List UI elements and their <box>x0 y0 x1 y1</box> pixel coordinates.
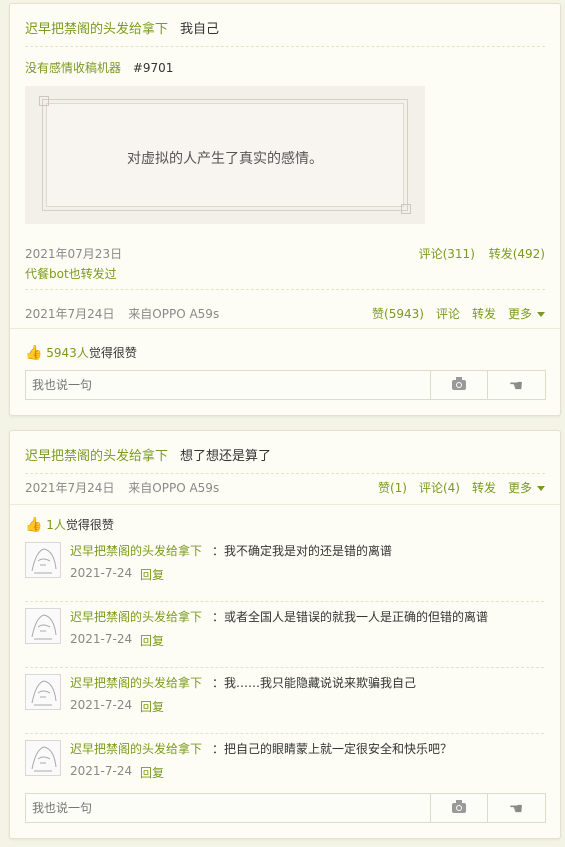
post-source: 来自OPPO A59s <box>128 307 220 321</box>
reply-link[interactable]: 回复 <box>140 698 164 715</box>
submit-button[interactable]: ☚ <box>487 794 544 822</box>
divider <box>25 289 545 290</box>
comment-item: 迟早把禁阁的头发给拿下 ：把自己的眼睛蒙上就一定很安全和快乐吧？ 2021-7-… <box>25 740 544 786</box>
avatar[interactable] <box>25 608 61 644</box>
image-caption: 对虚拟的人产生了真实的感情。 <box>127 151 323 167</box>
more-button[interactable]: 更多 <box>508 307 545 321</box>
comment-box: ☚ <box>25 370 546 400</box>
comment-date: 2021-7-24 <box>70 632 133 646</box>
divider <box>25 733 544 734</box>
comment-date: 2021-7-24 <box>70 764 133 778</box>
hand-pointer-icon: ☚ <box>508 375 524 395</box>
comment-button[interactable]: 评论 <box>436 307 460 321</box>
post-card: 迟早把禁阁的头发给拿下 我自己 没有感情收稿机器 #9701 对虚拟的人产生了真实… <box>9 3 561 416</box>
quoted-tag: #9701 <box>132 61 174 75</box>
comment-text: ：或者全国人是错误的就我一人是正确的但错的离谱 <box>212 610 489 624</box>
likes-suffix: 觉得很赞 <box>65 518 114 532</box>
post-meta: 2021年7月24日 来自OPPO A59s <box>25 305 219 322</box>
reply-link[interactable]: 回复 <box>140 764 164 781</box>
quoted-date: 2021年07月23日 <box>25 247 123 261</box>
comment-item: 迟早把禁阁的头发给拿下 ：我不确定我是对的还是错的离谱 2021-7-24 回复 <box>25 542 544 602</box>
thumbs-up-icon: 👍 <box>25 345 43 361</box>
post-actions: 赞(5943) 评论 转发 更多 <box>360 305 545 322</box>
quoted-header: 没有感情收稿机器 #9701 <box>25 59 173 76</box>
comment-item: 迟早把禁阁的头发给拿下 ：我……我只能隐藏说说来欺骗我自己 2021-7-24 … <box>25 674 544 734</box>
post-card: 迟早把禁阁的头发给拿下 想了想还是算了 2021年7月24日 来自OPPO A59… <box>9 430 561 839</box>
comment-text: ：把自己的眼睛蒙上就一定很安全和快乐吧？ <box>212 742 453 756</box>
comment-author-link[interactable]: 迟早把禁阁的头发给拿下 <box>70 674 202 691</box>
camera-icon <box>452 800 466 813</box>
divider <box>10 328 560 329</box>
post-author-link[interactable]: 迟早把禁阁的头发给拿下 <box>25 22 168 37</box>
post-header: 迟早把禁阁的头发给拿下 我自己 <box>25 18 219 37</box>
divider <box>25 601 544 602</box>
quoted-author-link[interactable]: 没有感情收稿机器 <box>25 61 121 75</box>
more-button[interactable]: 更多 <box>508 481 545 495</box>
avatar[interactable] <box>25 740 61 776</box>
thumbs-up-icon: 👍 <box>25 517 43 533</box>
comment-date: 2021-7-24 <box>70 698 133 712</box>
avatar[interactable] <box>25 542 61 578</box>
comment-box: ☚ <box>25 793 546 823</box>
comment-author-link[interactable]: 迟早把禁阁的头发给拿下 <box>70 542 202 559</box>
reply-link[interactable]: 回复 <box>140 566 164 583</box>
comment-button[interactable]: 评论(4) <box>419 481 460 495</box>
post-actions: 赞(1) 评论(4) 转发 更多 <box>366 479 545 496</box>
post-header: 迟早把禁阁的头发给拿下 想了想还是算了 <box>25 445 271 464</box>
photo-button[interactable] <box>430 794 487 822</box>
post-source: 来自OPPO A59s <box>128 481 220 495</box>
divider <box>10 504 560 505</box>
comment-author-link[interactable]: 迟早把禁阁的头发给拿下 <box>70 740 202 757</box>
likes-count-link[interactable]: 5943人 <box>46 346 89 360</box>
divider <box>25 473 545 474</box>
post-meta: 2021年7月24日 来自OPPO A59s <box>25 479 219 496</box>
post-text: 我自己 <box>180 22 220 37</box>
divider <box>25 667 544 668</box>
like-button[interactable]: 赞(1) <box>378 481 407 495</box>
likes-row: 👍 5943人觉得很赞 <box>25 344 137 361</box>
post-text: 想了想还是算了 <box>180 449 272 464</box>
post-author-link[interactable]: 迟早把禁阁的头发给拿下 <box>25 449 168 464</box>
comment-author-link[interactable]: 迟早把禁阁的头发给拿下 <box>70 608 202 625</box>
avatar[interactable] <box>25 674 61 710</box>
post-date: 2021年7月24日 <box>25 481 115 495</box>
quoted-image[interactable]: 对虚拟的人产生了真实的感情。 <box>25 86 425 224</box>
quoted-comment-link[interactable]: 评论(311) <box>419 247 475 261</box>
divider <box>25 46 545 47</box>
submit-button[interactable]: ☚ <box>487 371 544 399</box>
like-button[interactable]: 赞(5943) <box>372 307 424 321</box>
quoted-actions: 评论(311) 转发(492) <box>419 245 545 262</box>
repost-button[interactable]: 转发 <box>472 307 496 321</box>
likes-count-link[interactable]: 1人 <box>46 518 66 532</box>
comment-date: 2021-7-24 <box>70 566 133 580</box>
camera-icon <box>452 377 466 390</box>
comment-text: ：我……我只能隐藏说说来欺骗我自己 <box>212 676 417 690</box>
comment-input[interactable] <box>26 794 430 822</box>
hand-pointer-icon: ☚ <box>508 798 524 818</box>
reply-link[interactable]: 回复 <box>140 632 164 649</box>
post-date: 2021年7月24日 <box>25 307 115 321</box>
comment-text: ：我不确定我是对的还是错的离谱 <box>212 544 393 558</box>
photo-button[interactable] <box>430 371 487 399</box>
comment-item: 迟早把禁阁的头发给拿下 ：或者全国人是错误的就我一人是正确的但错的离谱 2021… <box>25 608 544 668</box>
repost-via-link[interactable]: 代餐bot也转发过 <box>25 265 117 282</box>
image-frame: 对虚拟的人产生了真实的感情。 <box>39 96 411 214</box>
quoted-repost-link[interactable]: 转发(492) <box>489 247 545 261</box>
likes-suffix: 觉得很赞 <box>88 346 137 360</box>
comment-input[interactable] <box>26 371 430 399</box>
likes-row: 👍 1人觉得很赞 <box>25 516 114 533</box>
repost-button[interactable]: 转发 <box>472 481 496 495</box>
